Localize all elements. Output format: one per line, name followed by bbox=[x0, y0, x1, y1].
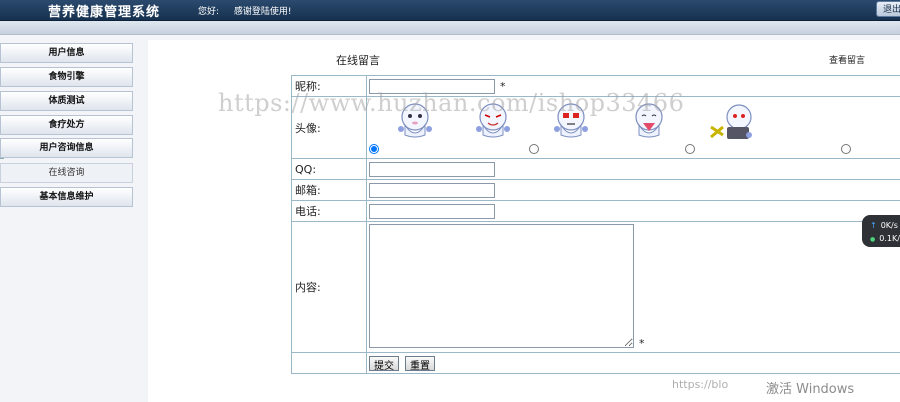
sidebar-item-diet-prescription[interactable]: 食疗处方 bbox=[0, 115, 133, 135]
sidebar-item-food-engine[interactable]: 食物引擎 bbox=[0, 67, 133, 87]
form-heading: 在线留言 bbox=[336, 54, 380, 67]
email-row: 邮箱: bbox=[292, 180, 900, 201]
avatar-option-3[interactable] bbox=[525, 101, 695, 157]
content-row: 内容: * bbox=[292, 222, 900, 353]
network-speed-widget[interactable]: 0K/s 0.1K/s bbox=[862, 215, 900, 247]
download-speed: 0.1K/s bbox=[862, 232, 900, 245]
ghost-warrior-avatar-icon bbox=[710, 104, 752, 139]
nickname-label: 昵称: bbox=[292, 76, 367, 96]
nickname-input[interactable] bbox=[369, 78, 495, 94]
sidebar-item-basic-info[interactable]: 基本信息维护 bbox=[0, 187, 133, 207]
logout-button[interactable]: 退出 bbox=[876, 1, 900, 17]
message-form: 昵称: * 头像: QQ: 邮箱: 电话: 内容: * 提交 重置 bbox=[291, 75, 900, 374]
ghost-avatar-icon bbox=[476, 103, 510, 138]
upload-speed: 0K/s bbox=[862, 219, 900, 232]
nickname-row: 昵称: * bbox=[292, 76, 900, 97]
sidebar-item-online-consult[interactable]: 在线咨询 bbox=[0, 163, 133, 183]
qq-input[interactable] bbox=[369, 161, 495, 177]
ghost-avatar-icon bbox=[554, 103, 588, 138]
phone-label: 电话: bbox=[292, 201, 367, 221]
app-title: 营养健康管理系统 bbox=[48, 5, 161, 20]
avatar-option-2[interactable] bbox=[447, 101, 539, 157]
required-marker: * bbox=[639, 337, 645, 350]
header-bar: 营养健康管理系统 您好: 感谢登陆使用! 退出 bbox=[0, 0, 900, 21]
qq-row: QQ: bbox=[292, 159, 900, 180]
content-label: 内容: bbox=[292, 222, 367, 352]
welcome-message: 感谢登陆使用! bbox=[233, 7, 292, 17]
avatar-row: 头像: bbox=[292, 97, 900, 159]
avatar-options bbox=[369, 101, 900, 157]
actions-label-cell bbox=[292, 353, 367, 373]
sidebar: 用户信息 食物引擎 体质测试 食疗处方 用户咨询信息 在线咨询 基本信息维护 bbox=[0, 40, 135, 402]
phone-row: 电话: bbox=[292, 201, 900, 222]
avatar-option-5[interactable] bbox=[681, 101, 761, 157]
submit-button[interactable]: 提交 bbox=[369, 355, 399, 372]
avatar-label: 头像: bbox=[292, 97, 367, 158]
ghost-avatar-icon bbox=[635, 103, 663, 138]
phone-input[interactable] bbox=[369, 203, 495, 219]
submenu-marker bbox=[0, 158, 4, 161]
sidebar-item-consult-info[interactable]: 用户咨询信息 bbox=[0, 138, 133, 158]
avatar-radio-1[interactable] bbox=[369, 144, 379, 154]
avatar-option-4[interactable] bbox=[603, 101, 851, 157]
greeting-area: 您好: 感谢登陆使用! bbox=[198, 4, 292, 17]
email-label: 邮箱: bbox=[292, 180, 367, 200]
blog-url-watermark: https://blo bbox=[672, 378, 729, 391]
greeting-label: 您好: bbox=[198, 7, 220, 17]
sidebar-item-user-info[interactable]: 用户信息 bbox=[0, 43, 133, 63]
required-marker: * bbox=[500, 79, 506, 93]
reset-button[interactable]: 重置 bbox=[405, 355, 435, 372]
qq-label: QQ: bbox=[292, 159, 367, 179]
avatar-radio-4[interactable] bbox=[841, 144, 851, 154]
header-subbar bbox=[0, 21, 900, 35]
activate-windows-notice: 激活 Windows bbox=[766, 382, 855, 397]
email-input[interactable] bbox=[369, 182, 495, 198]
view-messages-link[interactable]: 查看留言 bbox=[829, 53, 865, 66]
actions-row: 提交 重置 bbox=[292, 353, 900, 373]
main-content: 在线留言 查看留言 昵称: * 头像: QQ: 邮箱: 电话: 内容: * 提交… bbox=[148, 40, 900, 402]
content-textarea[interactable] bbox=[369, 224, 634, 348]
sidebar-item-physique-test[interactable]: 体质测试 bbox=[0, 91, 133, 111]
avatar-option-1[interactable] bbox=[369, 101, 449, 157]
ghost-avatar-icon bbox=[398, 103, 432, 138]
